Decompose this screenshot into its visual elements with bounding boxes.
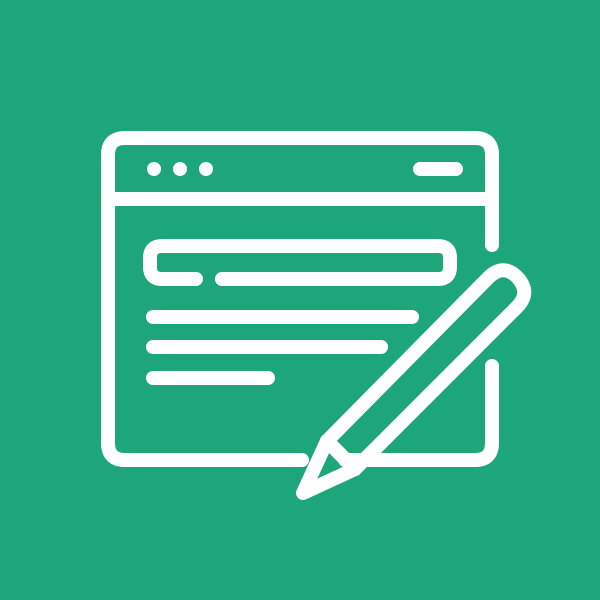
icon-canvas xyxy=(0,0,600,600)
background xyxy=(0,0,600,600)
web-form-editing-icon xyxy=(0,0,600,600)
